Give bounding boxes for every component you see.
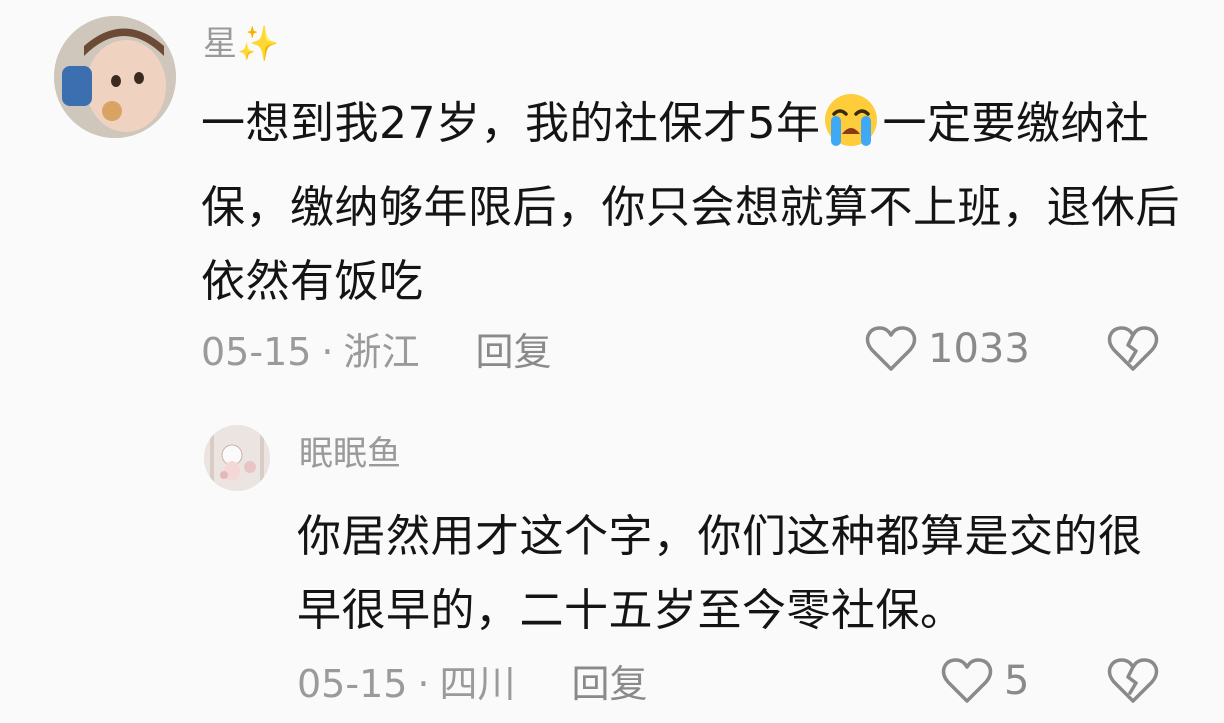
comment-location: 浙江 [343, 330, 420, 374]
reply-reply-button[interactable]: 回复 [572, 662, 648, 706]
separator-dot: · [321, 330, 334, 374]
comment-meta: 05-15 · 浙江 回复 [201, 330, 552, 374]
comment-date: 05-15 [201, 330, 312, 374]
reply-dislike-button[interactable] [1106, 657, 1160, 709]
like-count: 1033 [928, 326, 1030, 372]
username[interactable]: 星✨ [203, 24, 279, 64]
reply-like-count: 5 [1004, 658, 1030, 704]
heart-icon [940, 657, 994, 705]
avatar[interactable] [54, 16, 176, 138]
dislike-button[interactable] [1106, 325, 1160, 377]
reply-button[interactable]: 回复 [476, 330, 552, 374]
separator-dot: · [417, 662, 430, 706]
reply-meta: 05-15 · 四川 回复 [297, 662, 648, 706]
reply-date: 05-15 [297, 662, 408, 706]
crying-face-icon [820, 92, 882, 171]
comment-text: 一想到我27岁，我的社保才5年 一定要缴纳社保，缴纳够年限后，你只会想就算不上班… [201, 87, 1181, 319]
broken-heart-icon [1106, 658, 1160, 709]
comment-text-part1: 一想到我27岁，我的社保才5年 [201, 98, 821, 149]
reply-like-button[interactable]: 5 [940, 657, 1029, 705]
reply-text: 你居然用才这个字，你们这种都算是交的很早很早的，二十五岁至今零社保。 [297, 511, 1143, 636]
reply-location: 四川 [439, 662, 516, 706]
like-button[interactable]: 1033 [864, 325, 1030, 373]
reply-username[interactable]: 眠眠鱼 [299, 434, 401, 474]
heart-icon [864, 325, 918, 373]
broken-heart-icon [1106, 326, 1160, 377]
reply-avatar[interactable] [204, 425, 270, 491]
